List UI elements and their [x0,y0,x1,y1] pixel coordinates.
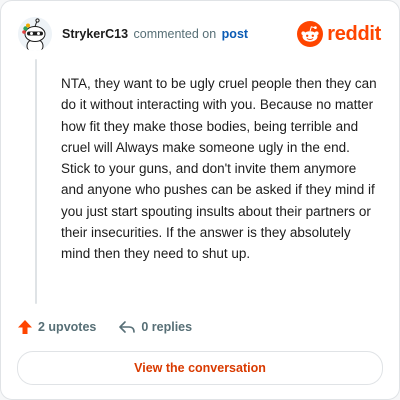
reddit-brand[interactable]: reddit [297,20,381,48]
post-link[interactable]: post [222,27,248,41]
author-name[interactable]: StrykerC13 [62,27,128,41]
action-text: commented on [133,27,217,41]
reply-arrow-icon [119,321,136,333]
comment-header: StrykerC13 commented on post reddit [15,15,385,55]
upvote-stat[interactable]: 2 upvotes [17,319,96,335]
comment-body: NTA, they want to be ugly cruel people t… [61,76,377,262]
comment-byline: StrykerC13 commented on post [62,27,248,41]
reply-stat[interactable]: 0 replies [118,319,192,335]
upvote-count: 2 upvotes [38,320,97,334]
view-conversation-button[interactable]: View the conversation [17,351,383,385]
upvote-arrow-icon [18,320,32,334]
reply-count: 0 replies [141,320,193,334]
thread-line [35,59,37,304]
comment-stats: 2 upvotes 0 replies [17,317,383,337]
reddit-logo-icon [297,21,324,47]
comment-embed-card: StrykerC13 commented on post reddit NTA,… [0,0,400,400]
snoo-avatar-icon[interactable] [18,17,52,51]
reddit-wordmark: reddit [327,22,381,45]
